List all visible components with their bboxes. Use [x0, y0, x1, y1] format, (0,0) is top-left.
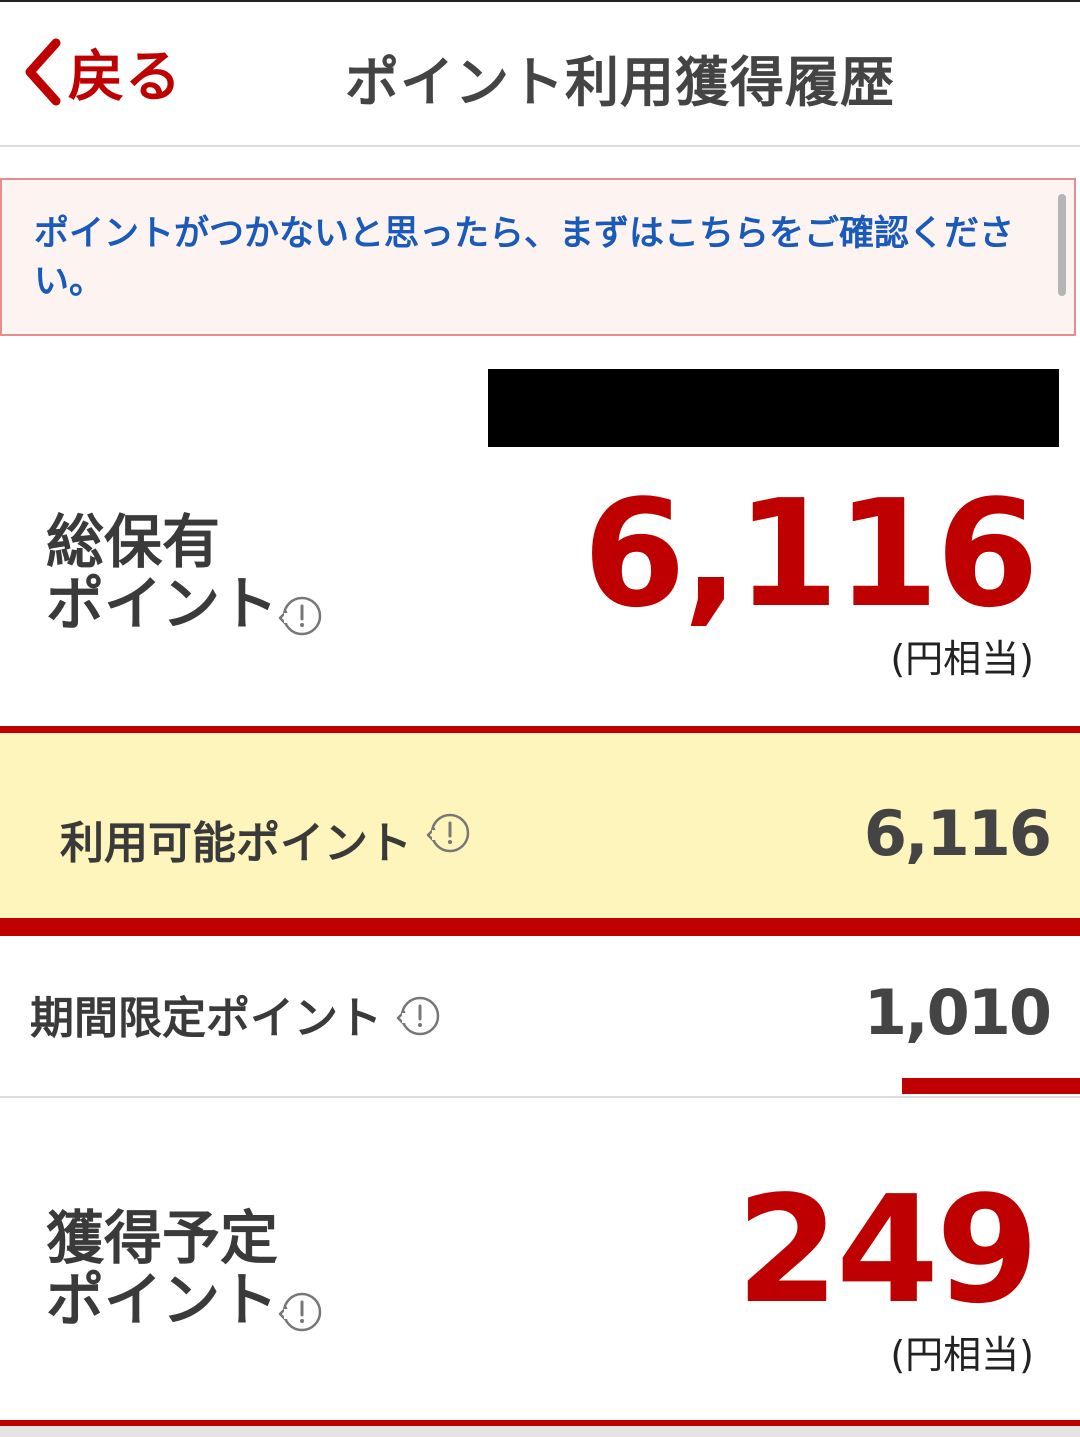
pending-points-unit: (円相当): [890, 1333, 1034, 1377]
pending-points-value: 249: [736, 1164, 1039, 1336]
limited-points-value: 1,010: [863, 976, 1052, 1049]
total-points-label-line2: ポイント: [46, 570, 279, 638]
app-header: 戻る ポイント利用獲得履歴: [0, 2, 1080, 145]
pending-points-label: 獲得予定 ポイント: [46, 1207, 278, 1331]
total-points-unit: (円相当): [890, 637, 1034, 681]
total-points-label-line1: 総保有: [46, 508, 221, 576]
back-button[interactable]: 戻る: [22, 32, 182, 112]
notice-scrollbar[interactable]: [1058, 194, 1066, 296]
limited-points-accent-bar: [902, 1078, 1080, 1094]
redacted-block: [488, 369, 1059, 447]
total-info-icon[interactable]: [276, 596, 326, 638]
page-title: ポイント利用獲得履歴: [345, 51, 895, 114]
limited-divider: [0, 1096, 1080, 1098]
available-points-value: 6,116: [863, 797, 1052, 870]
available-points-row: 利用可能ポイント 6,116: [0, 726, 1080, 936]
notice-box: ポイントがつかないと思ったら、まずはこちらをご確認ください。: [0, 178, 1076, 336]
back-label: 戻る: [68, 44, 182, 110]
header-divider: [0, 145, 1080, 147]
limited-points-label: 期間限定ポイント: [30, 993, 382, 1044]
notice-link[interactable]: ポイントがつかないと思ったら、まずはこちらをご確認ください。: [34, 210, 1049, 306]
available-points-label: 利用可能ポイント: [60, 818, 412, 869]
total-points-value: 6,116: [582, 468, 1039, 640]
bottom-gray-strip: [0, 1426, 1080, 1437]
chevron-left-icon: [25, 38, 61, 106]
total-points-label: 総保有 ポイント: [46, 511, 278, 635]
limited-info-icon[interactable]: [394, 996, 444, 1038]
pending-points-label-line2: ポイント: [46, 1266, 279, 1334]
pending-info-icon[interactable]: [276, 1292, 326, 1334]
available-info-icon[interactable]: [424, 813, 474, 855]
pending-points-label-line1: 獲得予定: [46, 1204, 279, 1272]
